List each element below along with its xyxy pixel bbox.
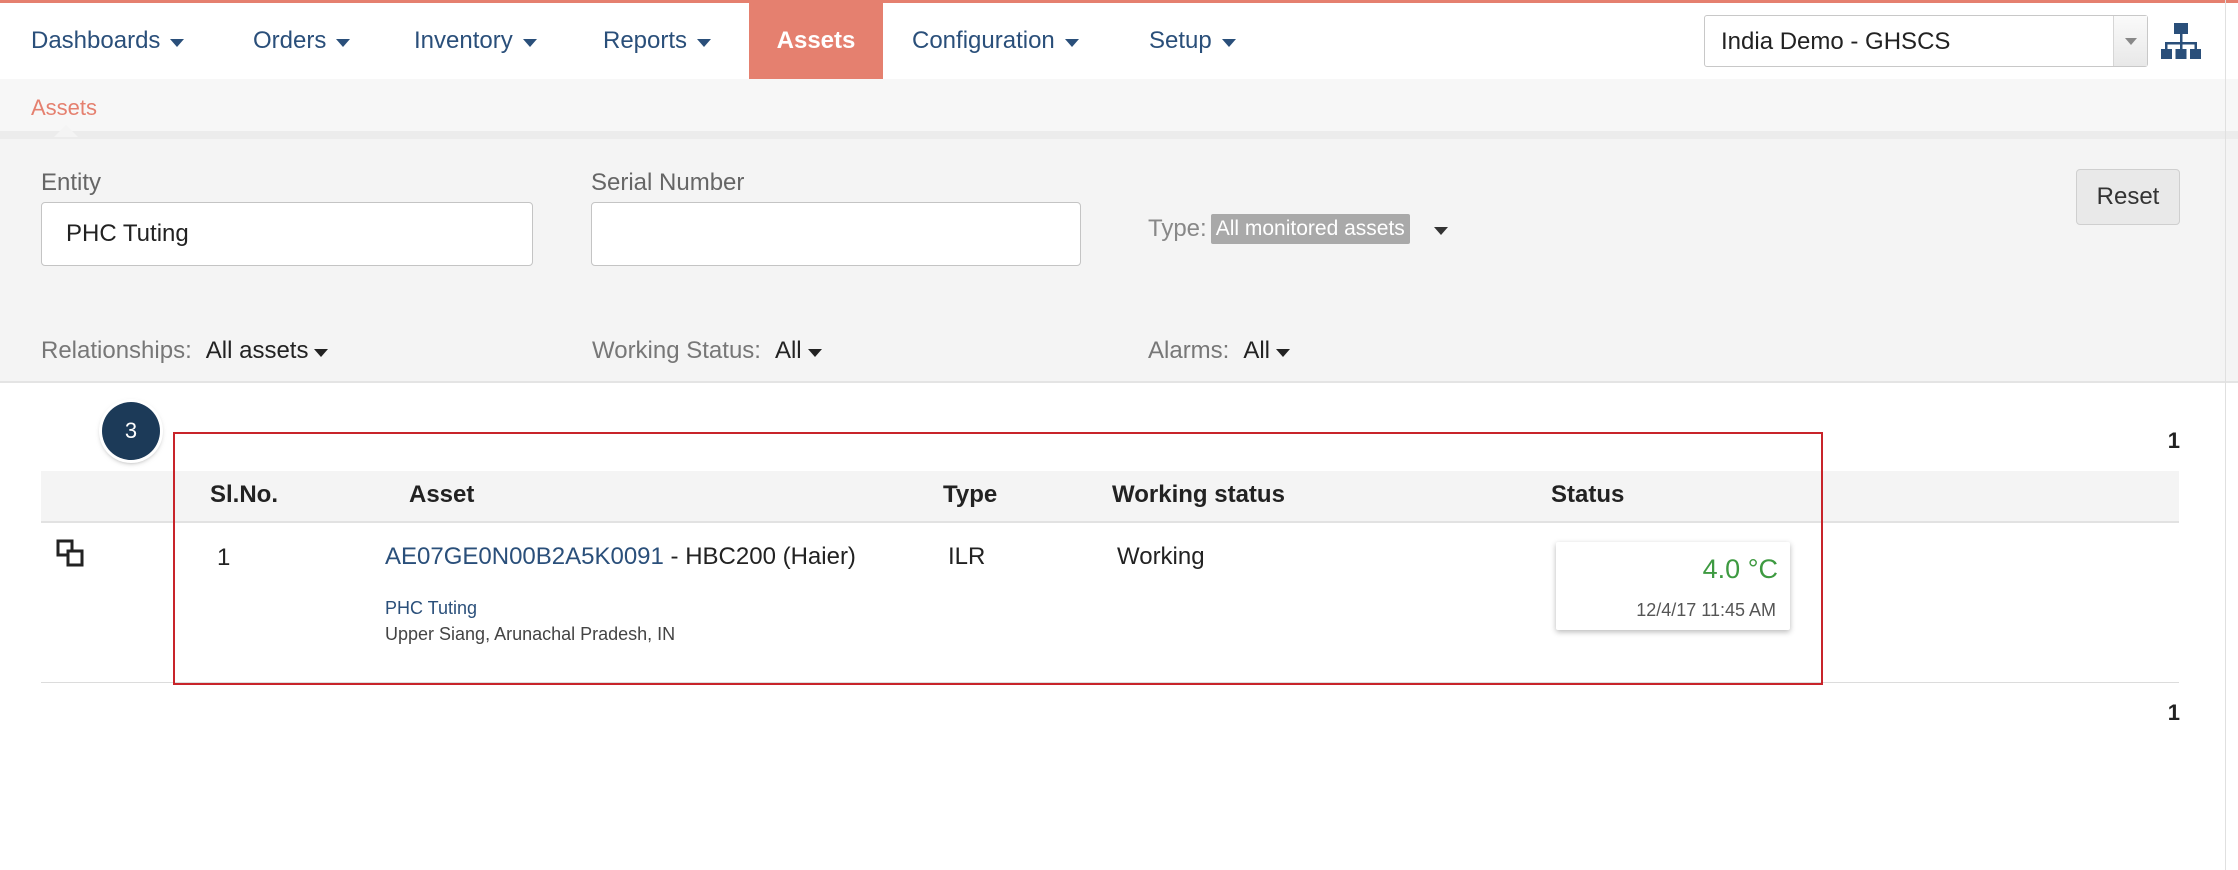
chevron-down-icon [1064,38,1079,47]
nav-configuration-label: Configuration [912,27,1055,54]
column-header-status: Status [1551,481,1625,508]
asset-entity-link[interactable]: PHC Tuting [385,598,477,619]
asset-link[interactable]: AE07GE0N00B2A5K0091 [385,543,664,570]
pagination-top[interactable]: 1 [2160,428,2180,454]
breadcrumb: Assets [0,79,2238,139]
nav-orders-label: Orders [253,27,327,54]
row-working-status: Working [1117,543,1205,570]
nav-setup[interactable]: Setup [1149,3,1236,79]
nav-reports-label: Reports [603,27,688,54]
domain-select-value: India Demo - GHSCS [1721,28,1951,55]
nav-assets-label: Assets [776,27,856,54]
nav-inventory-label: Inventory [414,27,513,54]
chevron-down-icon [1433,226,1448,235]
select-arrow-icon[interactable] [2113,16,2147,66]
hierarchy-icon[interactable] [2160,21,2202,61]
alarms-value: All [1243,337,1271,364]
column-header-working-status: Working status [1112,481,1285,508]
table-header [41,471,2179,523]
asset-location: Upper Siang, Arunachal Pradesh, IN [385,624,676,644]
domain-select[interactable]: India Demo - GHSCS [1704,15,2148,67]
chevron-down-icon [1221,38,1236,47]
type-label: Type: [1148,215,1207,242]
relationships-label: Relationships: [41,337,192,364]
nav-inventory[interactable]: Inventory [414,3,537,79]
alarms-label: Alarms: [1148,337,1230,364]
status-card[interactable]: 4.0 °C 12/4/17 11:45 AM [1556,542,1790,630]
nav-reports[interactable]: Reports [603,3,712,79]
entity-label: Entity [41,169,102,196]
nav-assets[interactable]: Assets [749,3,883,79]
chevron-down-icon [1276,348,1291,357]
relationships-filter[interactable]: Relationships: All assets [41,337,329,365]
working-status-filter[interactable]: Working Status: All [592,337,822,365]
chevron-down-icon [522,38,537,47]
row-divider [41,682,2179,683]
serial-number-label: Serial Number [591,169,745,196]
type-value-badge: All monitored assets [1210,214,1410,244]
chevron-down-icon [314,348,329,357]
filter-panel: Entity PHC Tuting Serial Number Type: Al… [0,139,2238,383]
chevron-down-icon [697,38,712,47]
step-badge: 3 [102,402,160,460]
column-header-type: Type [943,481,998,508]
nav-setup-label: Setup [1149,27,1212,54]
type-filter[interactable]: Type: All monitored assets [1148,214,1448,244]
page-edge-divider [2225,0,2226,870]
compare-icon[interactable] [56,539,86,569]
breadcrumb-assets[interactable]: Assets [31,95,97,121]
pagination-bottom[interactable]: 1 [2160,700,2180,726]
reset-button[interactable]: Reset [2076,169,2180,225]
serial-number-field[interactable] [591,202,1081,266]
working-status-value: All [774,337,802,364]
column-header-asset: Asset [409,481,475,508]
column-header-slno: Sl.No. [210,481,279,508]
nav-dashboards-label: Dashboards [31,27,161,54]
chevron-down-icon [336,38,351,47]
breadcrumb-pointer [54,125,78,137]
row-slno: 1 [217,544,231,571]
alarms-filter[interactable]: Alarms: All [1148,337,1291,365]
entity-field-value: PHC Tuting [66,220,189,247]
relationships-value: All assets [205,337,309,364]
reading-timestamp: 12/4/17 11:45 AM [1636,600,1776,620]
working-status-label: Working Status: [592,337,761,364]
nav-configuration[interactable]: Configuration [912,3,1079,79]
row-type: ILR [948,543,986,570]
chevron-down-icon [807,348,822,357]
temperature-reading: 4.0 °C [1702,554,1778,584]
top-navigation: Dashboards Orders Inventory Reports Asse… [0,0,2238,79]
asset-model: - HBC200 (Haier) [663,543,856,570]
entity-field[interactable]: PHC Tuting [41,202,533,266]
nav-orders[interactable]: Orders [253,3,351,79]
nav-dashboards[interactable]: Dashboards [31,3,185,79]
asset-cell: AE07GE0N00B2A5K0091 - HBC200 (Haier) [385,543,856,571]
chevron-down-icon [170,38,185,47]
